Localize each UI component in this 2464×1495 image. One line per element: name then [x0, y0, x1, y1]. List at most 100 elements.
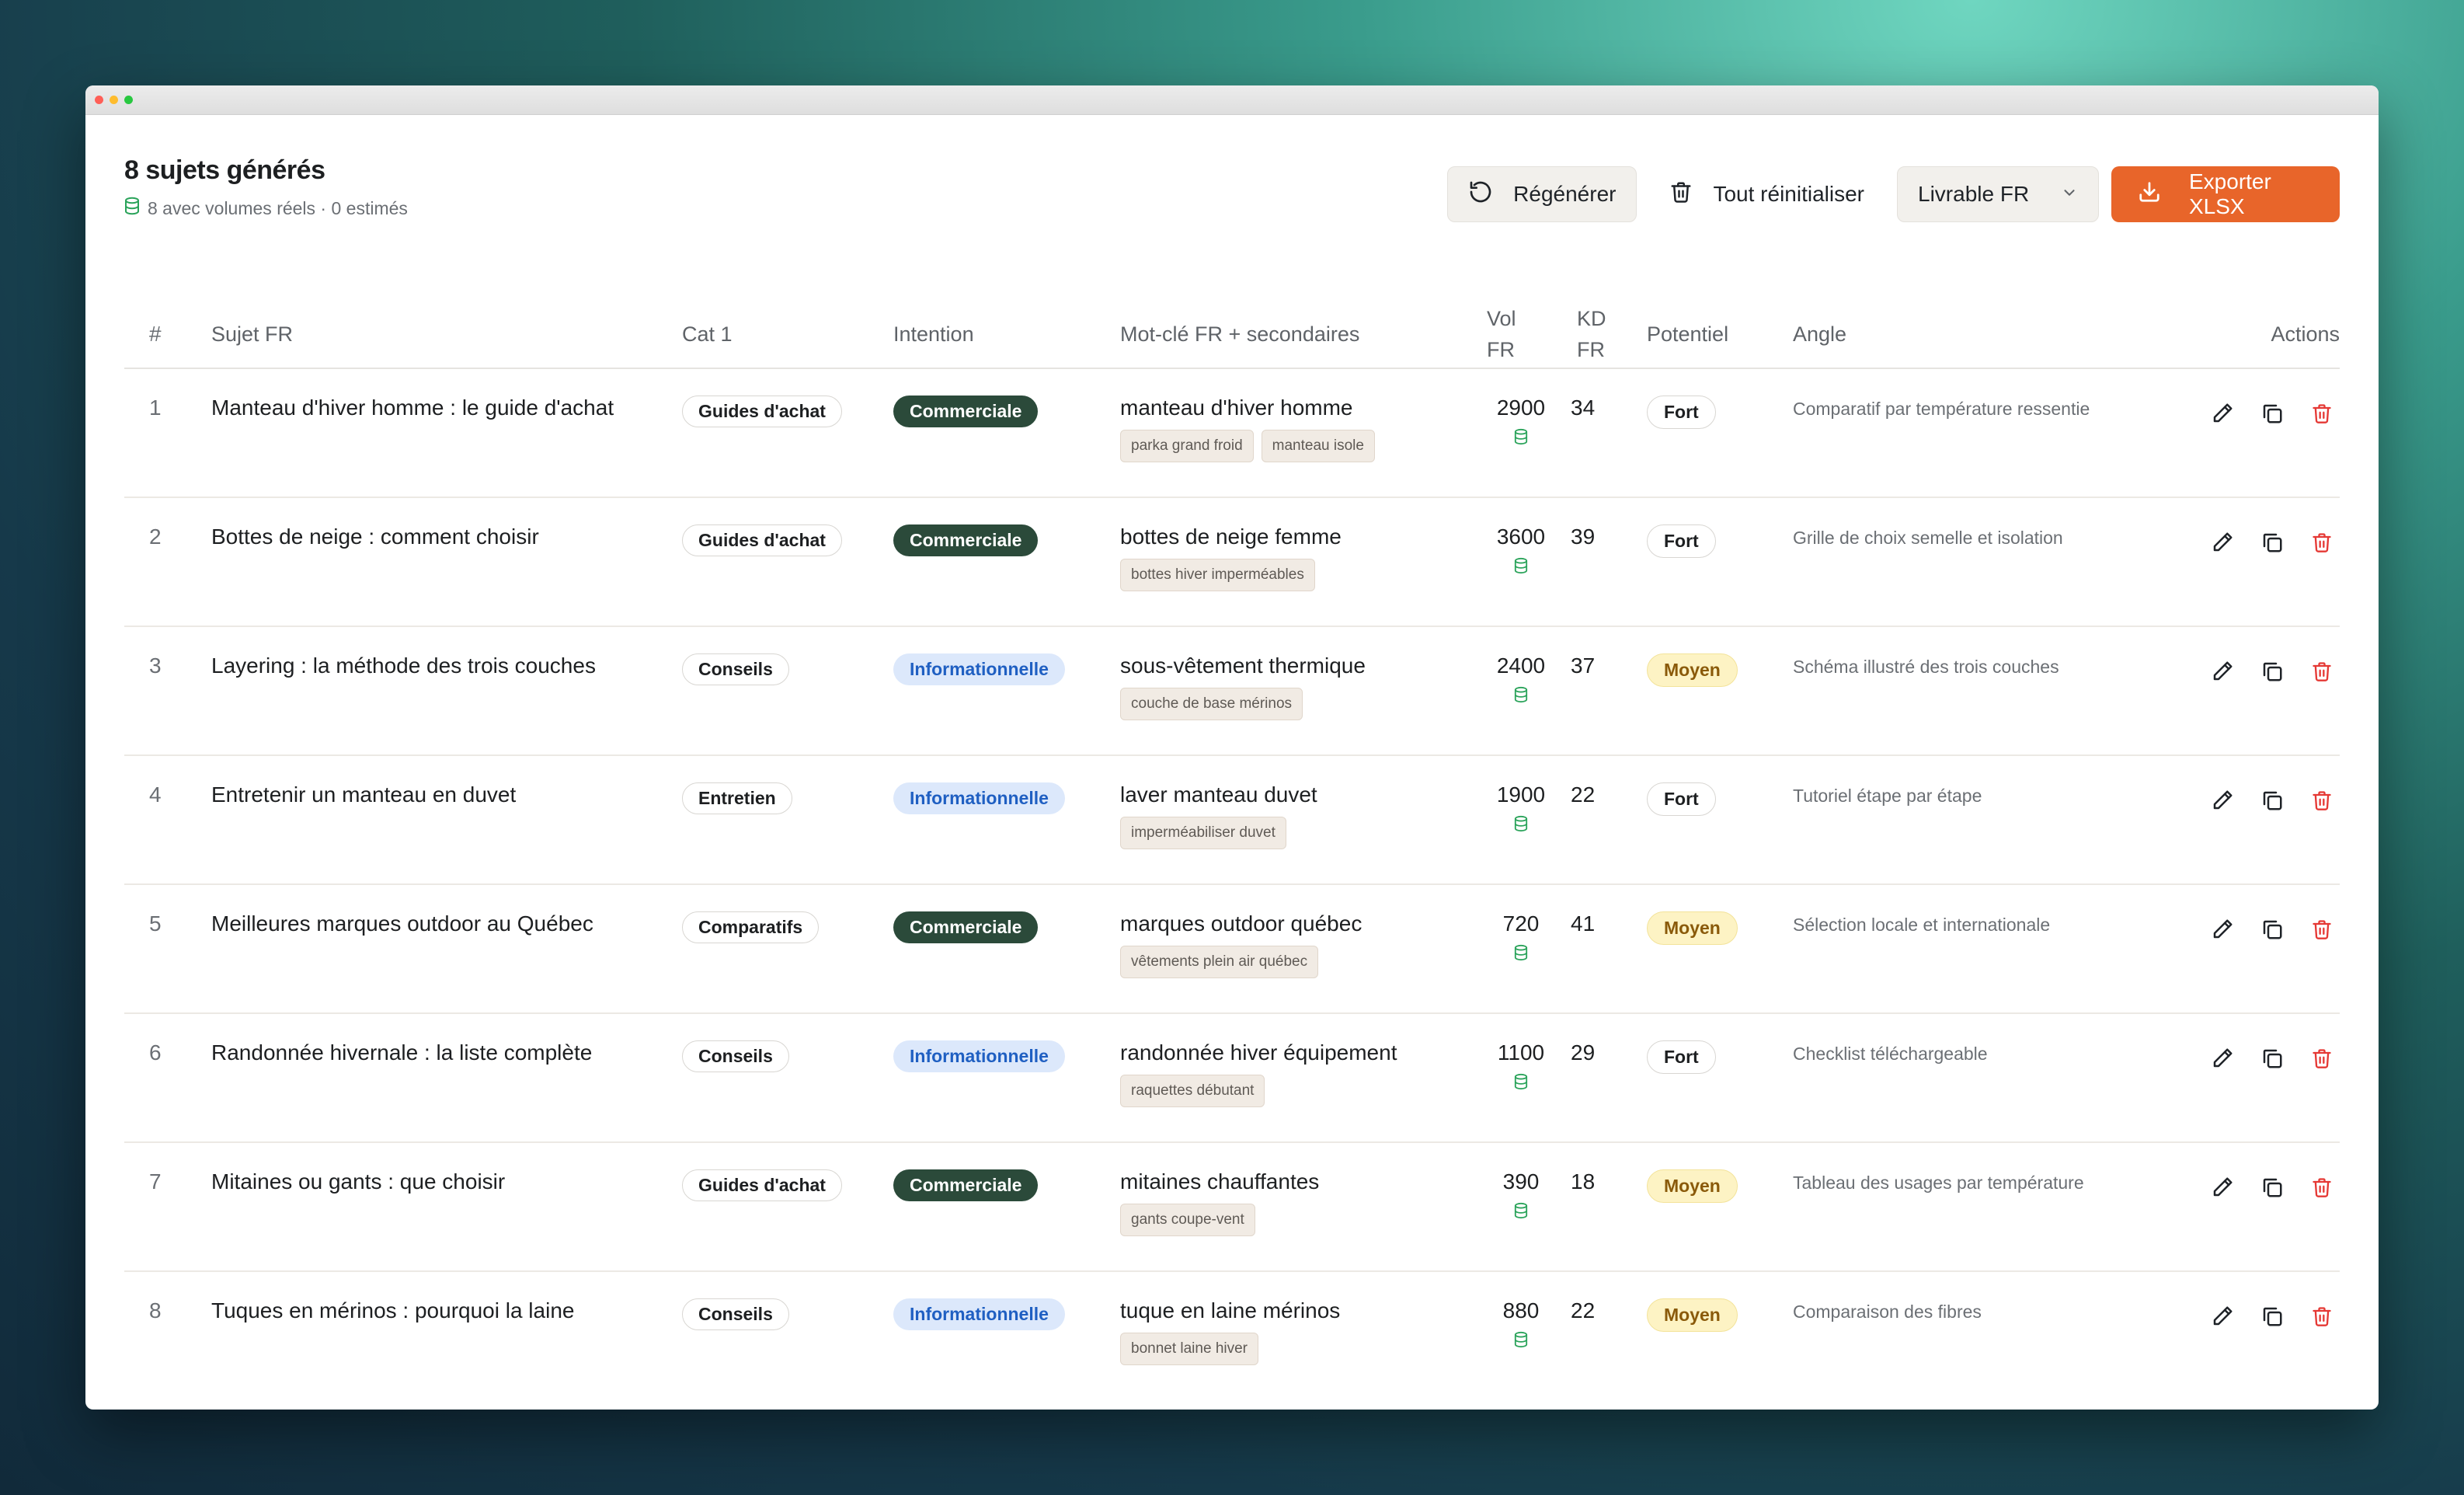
row-subject: Meilleures marques outdoor au Québec [211, 884, 682, 1014]
row-cat-cell: Guides d'achat [682, 497, 893, 627]
main-keyword: bottes de neige femme [1120, 524, 1342, 549]
secondary-keywords: bonnet laine hiver [1120, 1333, 1471, 1365]
row-subject: Manteau d'hiver homme : le guide d'achat [211, 368, 682, 498]
row-subject: Layering : la méthode des trois couches [211, 626, 682, 756]
table-row: 8 Tuques en mérinos : pourquoi la laine … [124, 1271, 2340, 1400]
export-xlsx-label: Exporter XLSX [2189, 169, 2271, 218]
row-cat-cell: Conseils [682, 626, 893, 756]
secondary-keywords: vêtements plein air québec [1120, 946, 1471, 978]
row-vol-cell: 1100 [1471, 1013, 1571, 1143]
row-intent-cell: Commerciale [893, 1142, 1120, 1272]
maximize-window-button[interactable] [124, 96, 133, 104]
row-vol-cell: 3600 [1471, 497, 1571, 627]
delete-icon[interactable] [2309, 916, 2335, 943]
reset-all-button[interactable]: Tout réinitialiser [1649, 166, 1885, 222]
delete-icon[interactable] [2309, 1174, 2335, 1201]
col-header-actions: Actions [2158, 300, 2340, 369]
delete-icon[interactable] [2309, 400, 2335, 427]
regenerate-label: Régénérer [1513, 182, 1617, 206]
row-actions-cell [2158, 755, 2340, 885]
row-cat-cell: Guides d'achat [682, 1142, 893, 1272]
toolbar: Régénérer Tout réinitialiser Livrable FR… [1447, 166, 2340, 222]
edit-icon[interactable] [2209, 916, 2236, 943]
duplicate-icon[interactable] [2259, 787, 2285, 814]
minimize-window-button[interactable] [110, 96, 118, 104]
table-row: 7 Mitaines ou gants : que choisir Guides… [124, 1142, 2340, 1272]
category-badge: Guides d'achat [682, 396, 842, 427]
row-number: 8 [149, 1298, 162, 1322]
kd-value: 22 [1571, 1298, 1596, 1322]
col-header-intent: Intention [893, 300, 1120, 369]
kd-value: 39 [1571, 497, 1647, 627]
row-potential-cell: Fort [1647, 755, 1793, 885]
row-angle: Tableau des usages par température [1793, 1142, 2158, 1272]
secondary-keywords: bottes hiver imperméables [1120, 559, 1471, 591]
database-icon [1514, 686, 1528, 707]
edit-icon[interactable] [2209, 400, 2236, 427]
edit-icon[interactable] [2209, 1045, 2236, 1072]
delete-icon[interactable] [2309, 1045, 2335, 1072]
main-keyword: tuque en laine mérinos [1120, 1298, 1341, 1322]
row-cat-cell: Conseils [682, 1271, 893, 1400]
category-badge: Entretien [682, 782, 792, 814]
kd-value: 22 [1571, 755, 1647, 885]
row-angle: Schéma illustré des trois couches [1793, 626, 2158, 756]
intent-badge: Commerciale [893, 911, 1039, 943]
row-vol-cell: 880 [1471, 1271, 1571, 1400]
row-keyword-cell: tuque en laine mérinos bonnet laine hive… [1120, 1271, 1471, 1400]
duplicate-icon[interactable] [2259, 916, 2285, 943]
col-header-subject: Sujet FR [211, 300, 682, 369]
category-badge: Conseils [682, 653, 789, 685]
secondary-keywords: couche de base mérinos [1120, 688, 1471, 720]
duplicate-icon[interactable] [2259, 400, 2285, 427]
edit-icon[interactable] [2209, 787, 2236, 814]
edit-icon[interactable] [2209, 529, 2236, 556]
duplicate-icon[interactable] [2259, 1303, 2285, 1329]
edit-icon[interactable] [2209, 658, 2236, 685]
row-angle: Sélection locale et internationale [1793, 884, 2158, 1014]
potential-badge: Fort [1647, 524, 1716, 558]
row-potential-cell: Fort [1647, 497, 1793, 627]
row-subject: Randonnée hivernale : la liste complète [211, 1013, 682, 1143]
duplicate-icon[interactable] [2259, 529, 2285, 556]
deliverable-select[interactable]: Livrable FR [1897, 166, 2099, 222]
delete-icon[interactable] [2309, 658, 2335, 685]
intent-badge: Commerciale [893, 524, 1039, 556]
edit-icon[interactable] [2209, 1303, 2236, 1329]
database-icon [1514, 428, 1528, 449]
intent-badge: Informationnelle [893, 1040, 1065, 1072]
secondary-keywords: imperméabiliser duvet [1120, 817, 1471, 849]
table-row: 4 Entretenir un manteau en duvet Entreti… [124, 755, 2340, 885]
potential-badge: Fort [1647, 782, 1716, 816]
row-angle: Comparaison des fibres [1793, 1302, 1982, 1322]
secondary-keyword-tag: gants coupe-vent [1120, 1204, 1255, 1236]
volume-value: 1100 [1497, 1040, 1545, 1065]
subtitle-text: 8 avec volumes réels · 0 estimés [148, 197, 408, 218]
database-icon [1514, 1073, 1528, 1094]
category-badge: Guides d'achat [682, 524, 842, 556]
page-subtitle: 8 avec volumes réels · 0 estimés [124, 197, 408, 220]
duplicate-icon[interactable] [2259, 1045, 2285, 1072]
delete-icon[interactable] [2309, 787, 2335, 814]
table-row: 6 Randonnée hivernale : la liste complèt… [124, 1013, 2340, 1143]
page-header: 8 sujets générés 8 avec volumes réels · … [124, 155, 408, 220]
row-keyword-cell: laver manteau duvet imperméabiliser duve… [1120, 755, 1471, 885]
edit-icon[interactable] [2209, 1174, 2236, 1201]
category-badge: Conseils [682, 1298, 789, 1330]
export-xlsx-button[interactable]: Exporter XLSX [2111, 166, 2340, 222]
intent-badge: Commerciale [893, 1169, 1039, 1201]
duplicate-icon[interactable] [2259, 658, 2285, 685]
secondary-keyword-tag: manteau isole [1261, 430, 1375, 462]
delete-icon[interactable] [2309, 529, 2335, 556]
col-header-num: # [124, 300, 211, 369]
delete-icon[interactable] [2309, 1303, 2335, 1329]
close-window-button[interactable] [95, 96, 103, 104]
row-number: 4 [124, 755, 211, 885]
regenerate-button[interactable]: Régénérer [1447, 166, 1637, 222]
row-subject: Entretenir un manteau en duvet [211, 755, 682, 885]
duplicate-icon[interactable] [2259, 1174, 2285, 1201]
row-actions-cell [2158, 368, 2340, 498]
secondary-keyword-tag: bottes hiver imperméables [1120, 559, 1315, 591]
secondary-keywords: parka grand froid manteau isole [1120, 430, 1471, 462]
potential-badge: Moyen [1647, 1298, 1738, 1332]
